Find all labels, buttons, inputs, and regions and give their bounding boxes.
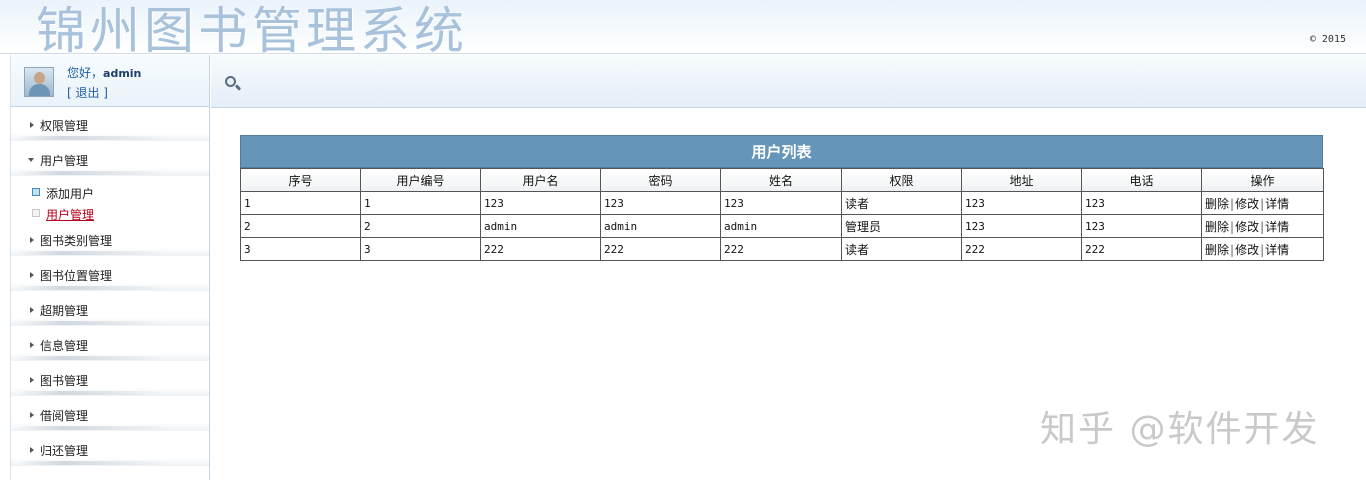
column-header: 密码 <box>600 168 721 192</box>
caret-right-icon <box>30 272 34 278</box>
username: admin <box>103 67 142 80</box>
caret-right-icon <box>30 342 34 348</box>
table-header-row: 序号 用户编号 用户名 密码 姓名 权限 地址 电话 操作 <box>240 168 1324 192</box>
table-cell: 3 <box>240 237 361 261</box>
delete-link[interactable]: 删除 <box>1205 197 1229 211</box>
table-cell: 1 <box>360 191 481 215</box>
caret-right-icon <box>30 377 34 383</box>
search-icon[interactable] <box>225 76 242 91</box>
table-cell: 2 <box>360 214 481 238</box>
column-header: 权限 <box>841 168 962 192</box>
edit-link[interactable]: 修改 <box>1235 220 1259 234</box>
user-panel: 您好，admin [ 退出 ] <box>11 55 209 107</box>
app-header: 锦州图书管理系统 © 2015 <box>0 0 1366 60</box>
caret-right-icon <box>30 447 34 453</box>
sidebar-item-book-location[interactable]: 图书位置管理 <box>11 257 209 292</box>
table-cell: 222 <box>600 237 721 261</box>
table-cell: 123 <box>961 214 1082 238</box>
table-cell: 222 <box>720 237 842 261</box>
row-actions: 删除|修改|详情 <box>1201 214 1324 238</box>
table-cell: 管理员 <box>841 214 962 238</box>
caret-right-icon <box>30 307 34 313</box>
content-toolbar <box>211 55 1366 108</box>
table-cell: 1 <box>240 191 361 215</box>
sidebar-item-book-category[interactable]: 图书类别管理 <box>11 222 209 257</box>
sidebar-item-overdue[interactable]: 超期管理 <box>11 292 209 327</box>
user-table: 序号 用户编号 用户名 密码 姓名 权限 地址 电话 操作 1 1 123 12… <box>240 168 1324 261</box>
sidebar-item-users[interactable]: 用户管理 <box>11 142 209 177</box>
table-cell: admin <box>480 214 601 238</box>
square-bullet-icon <box>32 209 40 217</box>
copyright-text: © 2015 <box>1309 34 1346 45</box>
table-cell: 222 <box>1081 237 1202 261</box>
column-header: 用户编号 <box>360 168 481 192</box>
caret-down-icon <box>28 158 34 162</box>
table-cell: admin <box>720 214 842 238</box>
submenu-item-label: 用户管理 <box>46 208 95 222</box>
column-header: 姓名 <box>720 168 842 192</box>
sidebar-item-label: 归还管理 <box>40 444 89 458</box>
column-header: 操作 <box>1201 168 1324 192</box>
table-row: 3 3 222 222 222 读者 222 222 删除|修改|详情 <box>240 237 1324 261</box>
table-cell: 123 <box>1081 214 1202 238</box>
sidebar-item-label: 借阅管理 <box>40 409 89 423</box>
table-cell: 读者 <box>841 191 962 215</box>
sidebar-item-label: 图书位置管理 <box>40 269 113 283</box>
watermark: 知乎 @软件开发 <box>1040 409 1320 450</box>
sidebar-item-return[interactable]: 归还管理 <box>11 432 209 467</box>
table-cell: 2 <box>240 214 361 238</box>
user-table-panel: 用户列表 序号 用户编号 用户名 密码 姓名 权限 地址 电话 操作 1 1 1… <box>240 135 1324 261</box>
delete-link[interactable]: 删除 <box>1205 220 1229 234</box>
greeting: 您好，admin <box>67 64 141 81</box>
table-cell: 123 <box>961 191 1082 215</box>
table-cell: 222 <box>480 237 601 261</box>
row-actions: 删除|修改|详情 <box>1201 237 1324 261</box>
column-header: 序号 <box>240 168 361 192</box>
sidebar-item-label: 信息管理 <box>40 339 89 353</box>
table-cell: 123 <box>480 191 601 215</box>
edit-link[interactable]: 修改 <box>1235 243 1259 257</box>
sidebar-item-label: 权限管理 <box>40 119 89 133</box>
table-cell: 123 <box>600 191 721 215</box>
sidebar: 您好，admin [ 退出 ] 权限管理 用户管理 添加用户 用户管理 图书类别… <box>10 55 210 480</box>
detail-link[interactable]: 详情 <box>1265 243 1289 257</box>
delete-link[interactable]: 删除 <box>1205 243 1229 257</box>
caret-right-icon <box>30 122 34 128</box>
column-header: 用户名 <box>480 168 601 192</box>
table-caption: 用户列表 <box>240 135 1323 168</box>
app-title: 锦州图书管理系统 <box>36 2 468 60</box>
sidebar-item-info[interactable]: 信息管理 <box>11 327 209 362</box>
table-cell: 222 <box>961 237 1082 261</box>
caret-right-icon <box>30 237 34 243</box>
detail-link[interactable]: 详情 <box>1265 197 1289 211</box>
column-header: 地址 <box>961 168 1082 192</box>
table-cell: 123 <box>1081 191 1202 215</box>
logout-link[interactable]: [ 退出 ] <box>67 84 108 101</box>
sidebar-item-permissions[interactable]: 权限管理 <box>11 107 209 142</box>
sidebar-item-label: 超期管理 <box>40 304 89 318</box>
table-cell: admin <box>600 214 721 238</box>
edit-link[interactable]: 修改 <box>1235 197 1259 211</box>
table-cell: 读者 <box>841 237 962 261</box>
sidebar-item-borrow[interactable]: 借阅管理 <box>11 397 209 432</box>
table-row: 1 1 123 123 123 读者 123 123 删除|修改|详情 <box>240 191 1324 215</box>
square-bullet-icon <box>32 188 40 196</box>
sidebar-item-books[interactable]: 图书管理 <box>11 362 209 397</box>
sidebar-item-label: 用户管理 <box>40 154 89 168</box>
users-submenu: 添加用户 用户管理 <box>11 177 209 222</box>
table-cell: 123 <box>720 191 842 215</box>
greeting-text: 您好， <box>67 66 104 80</box>
table-row: 2 2 admin admin admin 管理员 123 123 删除|修改|… <box>240 214 1324 238</box>
detail-link[interactable]: 详情 <box>1265 220 1289 234</box>
table-cell: 3 <box>360 237 481 261</box>
avatar <box>24 67 54 97</box>
row-actions: 删除|修改|详情 <box>1201 191 1324 215</box>
sidebar-item-label: 图书类别管理 <box>40 234 113 248</box>
caret-right-icon <box>30 412 34 418</box>
sidebar-item-label: 图书管理 <box>40 374 89 388</box>
submenu-item-label: 添加用户 <box>46 187 95 201</box>
column-header: 电话 <box>1081 168 1202 192</box>
